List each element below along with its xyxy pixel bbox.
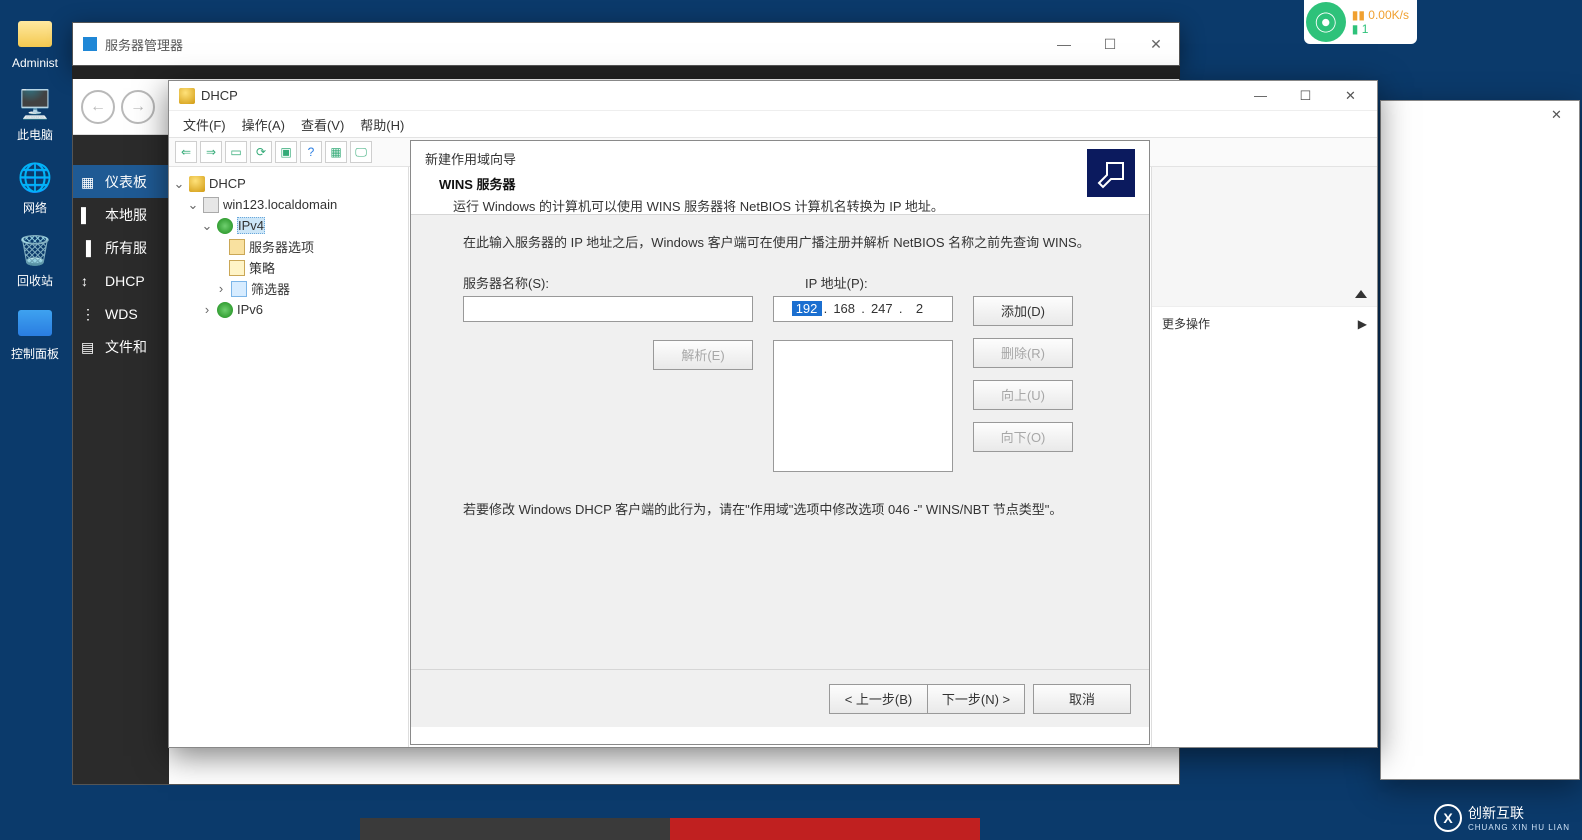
wizard-heading: WINS 服务器 — [425, 174, 944, 193]
sidebar-item-wds[interactable]: ⋮WDS — [73, 297, 169, 330]
wizard-desc: 在此输入服务器的 IP 地址之后，Windows 客户端可在使用广播注册并解析 … — [463, 233, 1101, 253]
tool-prop-icon[interactable]: ▣ — [275, 141, 297, 163]
down-button[interactable]: 向下(O) — [973, 422, 1073, 452]
actions-header[interactable] — [1152, 277, 1377, 306]
minimize-button[interactable]: — — [1041, 23, 1087, 65]
add-button[interactable]: 添加(D) — [973, 296, 1073, 326]
tree-root[interactable]: ⌄DHCP — [173, 173, 404, 194]
new-scope-wizard: 新建作用域向导 WINS 服务器 运行 Windows 的计算机可以使用 WIN… — [410, 140, 1150, 745]
mmc-title: DHCP — [201, 88, 238, 103]
wifi-icon: ⦿ — [1306, 2, 1346, 42]
ip-list[interactable] — [773, 340, 953, 472]
chevron-right-icon: ▶ — [1358, 317, 1367, 331]
tree-filter[interactable]: ›筛选器 — [173, 278, 404, 299]
close-button[interactable]: ✕ — [1133, 23, 1179, 65]
tool-monitor-icon[interactable]: 🖵 — [350, 141, 372, 163]
menu-help[interactable]: 帮助(H) — [354, 113, 410, 136]
sidebar-item-dhcp[interactable]: ↕DHCP — [73, 264, 169, 297]
desktop-icon-control[interactable]: 控制面板 — [11, 304, 59, 362]
tool-refresh-icon[interactable]: ⟳ — [250, 141, 272, 163]
nav-back[interactable]: ← — [81, 90, 115, 124]
ip-octet-4[interactable]: 2 — [904, 301, 934, 316]
label-ip: IP 地址(P): — [805, 273, 975, 292]
mmc-close-button[interactable]: ✕ — [1328, 82, 1373, 110]
maximize-button[interactable]: ☐ — [1087, 23, 1133, 65]
watermark: X 创新互联CHUANG XIN HU LIAN — [1434, 803, 1570, 832]
up-button[interactable]: 向上(U) — [973, 380, 1073, 410]
tool-help-icon[interactable]: ? — [300, 141, 322, 163]
net-up: ▮▮ 0.00K/s — [1352, 8, 1409, 22]
background-window: ✕ — [1380, 100, 1580, 780]
sidebar-item-file[interactable]: ▤文件和 — [73, 330, 169, 363]
server-manager-window: 服务器管理器 — ☐ ✕ — [72, 22, 1180, 66]
tool-view-icon[interactable]: ▦ — [325, 141, 347, 163]
mmc-maximize-button[interactable]: ☐ — [1283, 82, 1328, 110]
resolve-button[interactable]: 解析(E) — [653, 340, 753, 370]
desktop-icon-admin[interactable]: Administ — [12, 15, 58, 70]
wizard-subheading: 运行 Windows 的计算机可以使用 WINS 服务器将 NetBIOS 计算… — [425, 196, 944, 215]
next-button[interactable]: 下一步(N) > — [927, 684, 1025, 714]
sidebar-item-dashboard[interactable]: ▦仪表板 — [73, 165, 169, 198]
tree-server[interactable]: ⌄win123.localdomain — [173, 194, 404, 215]
tree-ipv4[interactable]: ⌄IPv4 — [173, 215, 404, 236]
server-manager-title: 服务器管理器 — [105, 35, 183, 54]
sidebar-item-all[interactable]: ▐所有服 — [73, 231, 169, 264]
ip-octet-1[interactable]: 192 — [792, 301, 822, 316]
cancel-button[interactable]: 取消 — [1033, 684, 1131, 714]
remove-button[interactable]: 删除(R) — [973, 338, 1073, 368]
tree-server-options[interactable]: 服务器选项 — [173, 236, 404, 257]
desktop-icon-pc[interactable]: 🖥️此电脑 — [16, 85, 54, 143]
tool-fwd-icon[interactable]: ⇒ — [200, 141, 222, 163]
net-dn: ▮ 1 — [1352, 22, 1409, 36]
menu-file[interactable]: 文件(F) — [177, 113, 232, 136]
back-button[interactable]: < 上一步(B) — [829, 684, 927, 714]
bottom-bars — [360, 818, 980, 840]
watermark-logo: X — [1434, 804, 1462, 832]
nav-forward[interactable]: → — [121, 90, 155, 124]
menu-view[interactable]: 查看(V) — [295, 113, 350, 136]
desktop-icon-recycle[interactable]: 🗑️回收站 — [16, 231, 54, 289]
sm-sidebar: ▦仪表板 ▌本地服 ▐所有服 ↕DHCP ⋮WDS ▤文件和 — [73, 135, 169, 784]
label-server-name: 服务器名称(S): — [463, 273, 753, 292]
mmc-tree: ⌄DHCP ⌄win123.localdomain ⌄IPv4 服务器选项 策略… — [169, 167, 409, 747]
ip-octet-2[interactable]: 168 — [829, 301, 859, 316]
tree-ipv6[interactable]: ›IPv6 — [173, 299, 404, 320]
dhcp-icon — [179, 88, 195, 104]
server-manager-icon — [83, 37, 97, 51]
collapse-icon — [1355, 290, 1367, 298]
mmc-menu: 文件(F) 操作(A) 查看(V) 帮助(H) — [169, 111, 1377, 137]
desktop-icon-network[interactable]: 🌐网络 — [16, 158, 54, 216]
wizard-breadcrumb: 新建作用域向导 — [425, 149, 944, 168]
sm-stripe — [72, 66, 1180, 80]
tool-up-icon[interactable]: ▭ — [225, 141, 247, 163]
network-status-widget[interactable]: ⦿ ▮▮ 0.00K/s ▮ 1 — [1304, 0, 1417, 44]
ip-input[interactable]: 192. 168. 247. 2 — [773, 296, 953, 322]
bg-close-button[interactable]: ✕ — [1534, 101, 1579, 129]
tool-back-icon[interactable]: ⇐ — [175, 141, 197, 163]
server-name-input[interactable] — [463, 296, 753, 322]
mmc-minimize-button[interactable]: — — [1238, 82, 1283, 110]
ip-octet-3[interactable]: 247 — [867, 301, 897, 316]
tree-policy[interactable]: 策略 — [173, 257, 404, 278]
wizard-hint: 若要修改 Windows DHCP 客户端的此行为，请在"作用域"选项中修改选项… — [463, 500, 1101, 520]
menu-action[interactable]: 操作(A) — [236, 113, 291, 136]
desktop-icons: Administ 🖥️此电脑 🌐网络 🗑️回收站 控制面板 — [0, 15, 70, 362]
actions-pane: 更多操作▶ — [1151, 167, 1377, 747]
sidebar-item-local[interactable]: ▌本地服 — [73, 198, 169, 231]
actions-more[interactable]: 更多操作▶ — [1152, 306, 1377, 340]
wizard-icon — [1087, 149, 1135, 197]
